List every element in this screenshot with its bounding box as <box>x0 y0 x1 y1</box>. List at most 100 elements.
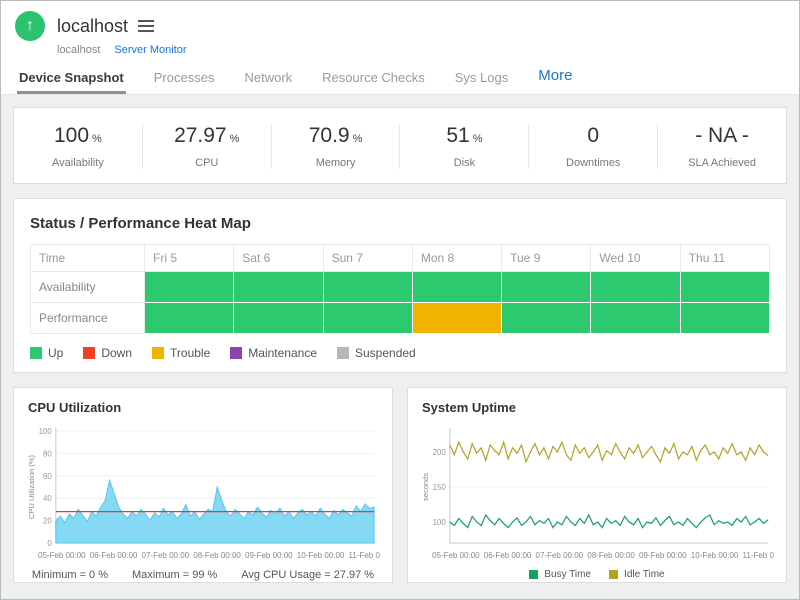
heatmap-cell-up <box>412 272 501 303</box>
heatmap-day: Mon 8 <box>412 245 501 272</box>
chart-title: CPU Utilization <box>28 400 380 415</box>
heatmap-day: Sun 7 <box>323 245 412 272</box>
svg-text:40: 40 <box>43 494 52 503</box>
breadcrumb-device: localhost <box>57 44 100 56</box>
heatmap-card: Status / Performance Heat Map TimeFri 5S… <box>13 198 787 373</box>
x-tick-label: 11-Feb 0 <box>743 551 774 560</box>
x-tick-label: 09-Feb 00:00 <box>245 551 293 560</box>
heatmap-day: Fri 5 <box>145 245 234 272</box>
page-title: localhost <box>57 16 128 37</box>
heatmap-cell-up <box>502 272 591 303</box>
svg-text:0: 0 <box>47 539 52 548</box>
heatmap-title: Status / Performance Heat Map <box>30 215 770 232</box>
svg-text:60: 60 <box>43 472 52 481</box>
heatmap-day: Wed 10 <box>591 245 680 272</box>
x-tick-label: 05-Feb 00:00 <box>432 551 480 560</box>
tab-processes[interactable]: Processes <box>152 64 217 94</box>
stat-availability: 100%Availability <box>14 124 143 169</box>
svg-text:CPU Utilization (%): CPU Utilization (%) <box>27 454 36 519</box>
heatmap-row-label: Availability <box>31 272 145 303</box>
tab-more[interactable]: More <box>536 67 574 94</box>
legend-swatch <box>337 347 349 359</box>
svg-text:20: 20 <box>43 517 52 526</box>
x-tick-label: 07-Feb 00:00 <box>142 551 190 560</box>
svg-text:100: 100 <box>433 518 447 527</box>
heatmap-cell-up <box>145 272 234 303</box>
up-arrow-icon: ↑ <box>26 17 34 35</box>
legend-item-idle-time: Idle Time <box>609 569 665 580</box>
legend-swatch <box>152 347 164 359</box>
svg-text:200: 200 <box>433 448 447 457</box>
x-tick-label: 06-Feb 00:00 <box>484 551 532 560</box>
heatmap-cell-trouble <box>412 303 501 334</box>
heatmap-cell-up <box>680 303 769 334</box>
breadcrumb-monitor-type[interactable]: Server Monitor <box>114 44 186 56</box>
legend-item-down: Down <box>83 346 132 360</box>
legend-item-busy-time: Busy Time <box>529 569 591 580</box>
legend-swatch <box>83 347 95 359</box>
monitor-status-icon: ↑ <box>15 11 45 41</box>
stat-cpu: 27.97%CPU <box>143 124 272 169</box>
tab-device-snapshot[interactable]: Device Snapshot <box>17 64 126 94</box>
tab-sys-logs[interactable]: Sys Logs <box>453 64 510 94</box>
legend-item-suspended: Suspended <box>337 346 416 360</box>
x-tick-label: 08-Feb 00:00 <box>587 551 635 560</box>
stat-disk: 51%Disk <box>400 124 529 169</box>
menu-icon[interactable] <box>138 19 156 33</box>
breadcrumb: localhost Server Monitor <box>57 44 785 56</box>
charts-row: CPU Utilization 020406080100CPU Utilizat… <box>13 387 787 583</box>
server-monitor-page: ↑ localhost localhost Server Monitor Dev… <box>0 0 800 600</box>
heatmap-cell-up <box>502 303 591 334</box>
header-top: ↑ localhost <box>15 11 785 41</box>
heatmap-cell-up <box>234 303 323 334</box>
svg-text:100: 100 <box>39 427 53 436</box>
chart-stat: Maximum = 99 % <box>132 569 217 581</box>
x-tick-label: 08-Feb 00:00 <box>193 551 241 560</box>
x-tick-label: 05-Feb 00:00 <box>38 551 86 560</box>
cpu-summary: Minimum = 0 % Maximum = 99 % Avg CPU Usage… <box>26 569 380 581</box>
stats-card: 100%Availability27.97%CPU70.9%Memory51%D… <box>13 107 787 184</box>
tab-bar: Device Snapshot Processes Network Resource … <box>15 56 785 94</box>
svg-text:seconds: seconds <box>421 473 430 501</box>
legend-item-up: Up <box>30 346 63 360</box>
legend-swatch <box>230 347 242 359</box>
heatmap-cell-up <box>323 272 412 303</box>
x-tick-label: 09-Feb 00:00 <box>639 551 687 560</box>
heatmap-table: TimeFri 5Sat 6Sun 7Mon 8Tue 9Wed 10Thu 1… <box>30 244 770 334</box>
legend-item-trouble: Trouble <box>152 346 210 360</box>
stat-sla-achieved: - NA -SLA Achieved <box>658 124 786 169</box>
x-tick-label: 10-Feb 00:00 <box>691 551 739 560</box>
x-tick-label: 11-Feb 0 <box>349 551 380 560</box>
x-tick-label: 07-Feb 00:00 <box>536 551 584 560</box>
svg-text:150: 150 <box>433 483 447 492</box>
system-uptime-chart: 100 150 200 seconds <box>420 423 774 549</box>
x-tick-label: 10-Feb 00:00 <box>297 551 345 560</box>
chart-title: System Uptime <box>422 400 774 415</box>
stat-memory: 70.9%Memory <box>272 124 401 169</box>
cpu-utilization-card: CPU Utilization 020406080100CPU Utilizat… <box>13 387 393 583</box>
uptime-legend: Busy Time Idle Time <box>420 569 774 580</box>
heatmap-cell-up <box>234 272 323 303</box>
chart-stat: Avg CPU Usage = 27.97 % <box>241 569 374 581</box>
heatmap-day: Thu 11 <box>680 245 769 272</box>
tab-network[interactable]: Network <box>242 64 294 94</box>
legend-swatch <box>30 347 42 359</box>
heatmap-cell-up <box>591 303 680 334</box>
heatmap-cell-up <box>680 272 769 303</box>
stat-downtimes: 0Downtimes <box>529 124 658 169</box>
heatmap-day: Tue 9 <box>502 245 591 272</box>
heatmap-day: Sat 6 <box>234 245 323 272</box>
header: ↑ localhost localhost Server Monitor Dev… <box>1 1 799 95</box>
system-uptime-card: System Uptime 100 150 200 seconds 05-Feb 00… <box>407 387 787 583</box>
heatmap-legend: Up Down Trouble Maintenance Suspended <box>30 346 770 360</box>
legend-item-maintenance: Maintenance <box>230 346 317 360</box>
legend-swatch <box>609 570 618 579</box>
cpu-utilization-chart: 020406080100CPU Utilization (%) <box>26 423 380 549</box>
x-axis-labels: 05-Feb 00:00 06-Feb 00:00 07-Feb 00:0008-F… <box>420 551 774 560</box>
heatmap-row-label: Performance <box>31 303 145 334</box>
tab-resource-checks[interactable]: Resource Checks <box>320 64 427 94</box>
chart-stat: Minimum = 0 % <box>32 569 108 581</box>
heatmap-cell-up <box>323 303 412 334</box>
heatmap-cell-up <box>145 303 234 334</box>
x-axis-labels: 05-Feb 00:0006-Feb 00:0007-Feb 00:0008-F… <box>26 551 380 560</box>
